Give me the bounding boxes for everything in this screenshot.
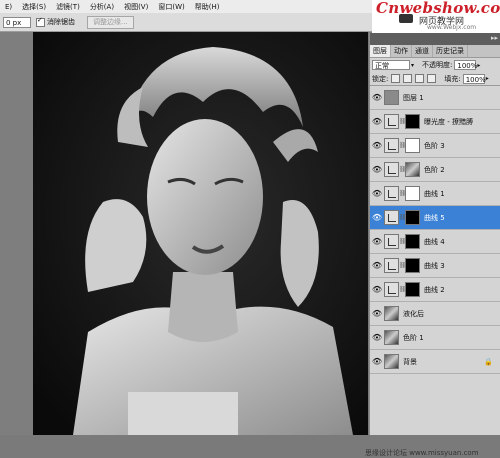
tab-history[interactable]: 历史记录 xyxy=(433,45,468,57)
lock-pixels-icon[interactable] xyxy=(403,74,413,83)
layer-name: 曲线 5 xyxy=(424,213,445,222)
layer-name: 曝光度 - 撩黯膊 xyxy=(424,117,473,126)
layer-mask-thumbnail[interactable] xyxy=(405,162,420,177)
layer-row[interactable]: 👁 ⛓ 曲线 4 xyxy=(370,230,500,254)
layer-row[interactable]: 👁 背景 🔒 xyxy=(370,350,500,374)
lock-position-icon[interactable] xyxy=(415,74,425,83)
layer-name: 曲线 4 xyxy=(424,237,445,246)
visibility-eye-icon[interactable]: 👁 xyxy=(370,165,384,174)
fill-input[interactable]: 100% xyxy=(462,73,486,84)
visibility-eye-icon[interactable]: 👁 xyxy=(370,93,384,102)
visibility-eye-icon[interactable]: 👁 xyxy=(370,357,384,366)
blend-mode-select[interactable]: 正常 xyxy=(372,60,410,70)
portrait-photo xyxy=(33,32,368,435)
panel-header: ▸▸ xyxy=(370,33,500,45)
refine-edge-button[interactable]: 调整边缘... xyxy=(87,15,134,29)
layer-mask-thumbnail[interactable] xyxy=(405,234,420,249)
watermark-text: 思缘设计论坛 www.missyuan.com xyxy=(365,449,479,457)
layer-thumbnail xyxy=(384,186,399,201)
layer-thumbnail xyxy=(384,90,399,105)
layer-name: 曲线 2 xyxy=(424,285,445,294)
lock-transparency-icon[interactable] xyxy=(391,74,401,83)
layer-thumbnail xyxy=(384,114,399,129)
visibility-eye-icon[interactable]: 👁 xyxy=(370,309,384,318)
layer-name: 曲线 3 xyxy=(424,261,445,270)
layer-name: 背景 xyxy=(403,357,417,366)
layer-row[interactable]: 👁 ⛓ 曲线 3 xyxy=(370,254,500,278)
chevron-down-icon[interactable]: ▾ xyxy=(411,62,414,69)
anti-alias-checkbox[interactable] xyxy=(36,16,45,27)
lock-icon: 🔒 xyxy=(484,357,493,366)
layer-name: 液化后 xyxy=(403,309,424,318)
layer-name: 色阶 2 xyxy=(424,165,445,174)
layer-row[interactable]: 👁 ⛓ 曲线 1 xyxy=(370,182,500,206)
visibility-eye-icon[interactable]: 👁 xyxy=(370,117,384,126)
layer-row[interactable]: 👁 液化后 xyxy=(370,302,500,326)
chevron-down-icon[interactable]: ▸ xyxy=(486,75,489,82)
fill-label: 填充: xyxy=(444,74,461,83)
menu-filter[interactable]: 滤镜(T) xyxy=(51,2,85,12)
visibility-eye-icon[interactable]: 👁 xyxy=(370,285,384,294)
anti-alias-label: 消除锯齿 xyxy=(47,18,75,26)
collapse-icon[interactable]: ▸▸ xyxy=(491,34,498,42)
blend-row: 正常 ▾ 不透明度: 100% ▸ xyxy=(370,58,500,72)
visibility-eye-icon[interactable]: 👁 xyxy=(370,141,384,150)
layer-thumbnail xyxy=(384,234,399,249)
opacity-label: 不透明度: xyxy=(422,61,453,69)
camera-icon xyxy=(399,14,413,23)
layer-thumbnail xyxy=(384,354,399,369)
menu-analysis[interactable]: 分析(A) xyxy=(85,2,119,12)
layer-thumbnail xyxy=(384,258,399,273)
visibility-eye-icon[interactable]: 👁 xyxy=(370,189,384,198)
lock-row: 锁定: 填充: 100% ▸ xyxy=(370,72,500,86)
feather-input[interactable]: 0 px xyxy=(3,16,31,28)
menu-window[interactable]: 窗口(W) xyxy=(153,2,189,12)
layer-row[interactable]: 👁 ⛓ 色阶 3 xyxy=(370,134,500,158)
layer-mask-thumbnail[interactable] xyxy=(405,114,420,129)
layer-row[interactable]: 👁 ⛓ 曲线 5 xyxy=(370,206,500,230)
layer-name: 色阶 1 xyxy=(403,333,424,342)
brand-logo: Cnwebshow.com 网页教学网 www.Webjx.com xyxy=(372,0,500,33)
document-canvas[interactable]: 思缘设计论坛 www.missyuan.com xyxy=(0,32,479,457)
visibility-eye-icon[interactable]: 👁 xyxy=(370,213,384,222)
tab-actions[interactable]: 动作 xyxy=(391,45,412,57)
tab-channels[interactable]: 通道 xyxy=(412,45,433,57)
layer-mask-thumbnail[interactable] xyxy=(405,258,420,273)
layer-thumbnail xyxy=(384,282,399,297)
menu-select[interactable]: 选择(S) xyxy=(17,2,51,12)
layer-name: 图层 1 xyxy=(403,93,424,102)
panel-tabs: 图层 动作 通道 历史记录 xyxy=(370,45,500,58)
opacity-input[interactable]: 100% xyxy=(454,60,477,70)
layer-thumbnail xyxy=(384,138,399,153)
layer-mask-thumbnail[interactable] xyxy=(405,282,420,297)
brand-url: www.Webjx.com xyxy=(427,24,477,31)
layer-mask-thumbnail[interactable] xyxy=(405,210,420,225)
layer-row[interactable]: 👁 色阶 1 xyxy=(370,326,500,350)
layer-thumbnail xyxy=(384,162,399,177)
layer-thumbnail xyxy=(384,330,399,345)
visibility-eye-icon[interactable]: 👁 xyxy=(370,261,384,270)
menu-help[interactable]: 帮助(H) xyxy=(190,2,225,12)
chevron-down-icon[interactable]: ▸ xyxy=(477,62,480,69)
layer-row[interactable]: 👁 ⛓ 色阶 2 xyxy=(370,158,500,182)
layer-row[interactable]: 👁 ⛓ 曝光度 - 撩黯膊 xyxy=(370,110,500,134)
layer-mask-thumbnail[interactable] xyxy=(405,138,420,153)
menu-view[interactable]: 视图(V) xyxy=(119,2,153,12)
layer-name: 曲线 1 xyxy=(424,189,445,198)
menu-edit[interactable]: E) xyxy=(0,3,17,11)
lock-all-icon[interactable] xyxy=(427,74,437,83)
layer-row[interactable]: 👁 图层 1 xyxy=(370,86,500,110)
visibility-eye-icon[interactable]: 👁 xyxy=(370,333,384,342)
layers-panel: ▸▸ 图层 动作 通道 历史记录 正常 ▾ 不透明度: 100% ▸ 锁定: 填… xyxy=(369,33,500,435)
tab-layers[interactable]: 图层 xyxy=(370,45,391,57)
layer-list: 👁 图层 1 👁 ⛓ 曝光度 - 撩黯膊 👁 ⛓ 色阶 3 👁 ⛓ 色阶 2 👁 ⛓ 曲线 1 👁 ⛓ 曲线 5… xyxy=(370,86,500,374)
layer-name: 色阶 3 xyxy=(424,141,445,150)
lock-label: 锁定: xyxy=(372,74,389,83)
layer-mask-thumbnail[interactable] xyxy=(405,186,420,201)
layer-thumbnail xyxy=(384,306,399,321)
layer-thumbnail xyxy=(384,210,399,225)
layer-row[interactable]: 👁 ⛓ 曲线 2 xyxy=(370,278,500,302)
visibility-eye-icon[interactable]: 👁 xyxy=(370,237,384,246)
